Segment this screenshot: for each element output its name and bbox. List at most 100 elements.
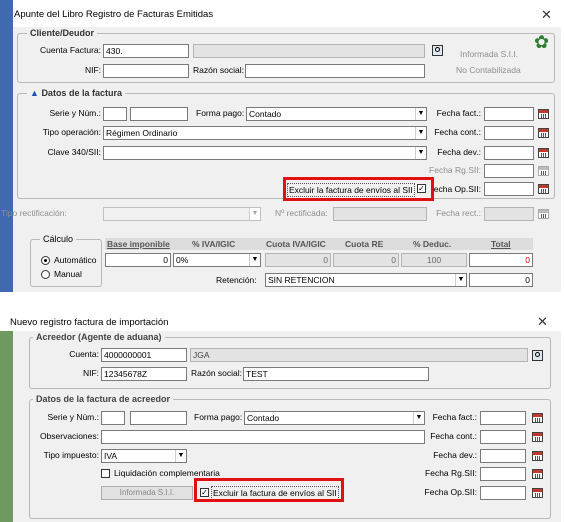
calendar-icon[interactable]: [538, 109, 549, 119]
fecha-dev-input[interactable]: [480, 449, 526, 463]
forma-pago-label: Forma pago:: [194, 412, 243, 422]
liquidacion-checkbox[interactable]: [101, 469, 110, 478]
cuenta-factura-input[interactable]: 430.: [103, 44, 189, 58]
nif-input[interactable]: [103, 64, 189, 78]
numero-input[interactable]: [130, 107, 188, 121]
datos-factura-title: ▲ Datos de la factura: [27, 88, 125, 98]
dialog-emitidas: Apunte del Libro Registro de Facturas Em…: [0, 0, 564, 292]
calculo-area: Cálculo Automático Manual Base imponible…: [0, 226, 564, 292]
tipo-impuesto-value: IVA: [104, 451, 118, 461]
serie-num-label: Serie y Núm.:: [49, 108, 102, 118]
fecha-rg-sii-label: Fecha Rg.SII:: [429, 165, 481, 175]
fecha-cont-input[interactable]: [484, 126, 534, 140]
fecha-rg-sii-input[interactable]: [484, 164, 534, 178]
search-icon[interactable]: [432, 45, 443, 56]
close-icon[interactable]: ✕: [537, 315, 548, 328]
nro-rectificada-label: Nº rectificada:: [275, 208, 328, 218]
cuota-iva-field: 0: [265, 253, 331, 267]
calendar-icon: [538, 209, 549, 219]
header-cuota-re: Cuota RE: [345, 239, 384, 249]
forma-pago-select[interactable]: Contado ▼: [244, 411, 425, 425]
collapse-triangle-icon[interactable]: ▲: [30, 88, 39, 98]
acreedor-group-title: Acreedor (Agente de aduana): [33, 332, 165, 342]
calendar-icon[interactable]: [532, 432, 543, 442]
fecha-fact-label: Fecha fact.:: [436, 108, 481, 118]
nif-label: NIF:: [84, 65, 101, 75]
search-icon[interactable]: [532, 350, 543, 361]
fecha-op-sii-label: echa Op.SII:: [433, 184, 481, 194]
fecha-dev-input[interactable]: [484, 146, 534, 160]
calendar-icon[interactable]: [538, 148, 549, 158]
cuota-re-field: 0: [333, 253, 399, 267]
header-total: Total: [491, 239, 511, 249]
cuenta-input[interactable]: 4000000001: [101, 348, 187, 362]
header-iva: % IVA/IGIC: [192, 239, 236, 249]
base-imponible-input[interactable]: 0: [105, 253, 171, 267]
tipo-rectificacion-select: ▼: [103, 207, 261, 221]
datos-factura-title-text: Datos de la factura: [41, 88, 122, 98]
tipo-impuesto-label: Tipo impuesto:: [43, 450, 99, 460]
fecha-fact-input[interactable]: [480, 411, 526, 425]
fecha-op-sii-input[interactable]: [480, 486, 526, 500]
dialog-title: Apunte del Libro Registro de Facturas Em…: [14, 9, 214, 20]
iva-select[interactable]: 0% ▼: [173, 253, 261, 267]
serie-input[interactable]: [103, 107, 127, 121]
iva-value: 0%: [176, 255, 189, 265]
gear-icon[interactable]: ✿: [534, 33, 549, 51]
observaciones-input[interactable]: [101, 430, 425, 444]
fecha-rg-sii-input[interactable]: [480, 467, 526, 481]
razon-social-input[interactable]: [245, 64, 425, 78]
fecha-cont-input[interactable]: [480, 430, 526, 444]
retencion-total-field: 0: [469, 273, 533, 287]
chevron-down-icon: ▼: [249, 208, 260, 220]
window-stripe: [0, 226, 13, 292]
highlight-box: [194, 478, 344, 502]
retencion-label: Retención:: [216, 275, 257, 285]
numero-input[interactable]: [130, 411, 187, 425]
informada-sii-label: Informada S.I.I.: [460, 49, 519, 59]
highlight-box: [283, 177, 434, 201]
serie-input[interactable]: [101, 411, 125, 425]
fecha-rect-input: [484, 207, 534, 221]
total-field: 0: [469, 253, 533, 267]
calendar-icon[interactable]: [538, 128, 549, 138]
no-contabilizada-label: No Contabilizada: [456, 65, 521, 75]
tipo-operacion-value: Régimen Ordinario: [106, 128, 178, 138]
automatico-radio[interactable]: [41, 256, 50, 265]
informada-sii-button: Informada S.I.I.: [101, 486, 193, 500]
tipo-impuesto-select[interactable]: IVA ▼: [101, 449, 187, 463]
close-icon[interactable]: ✕: [541, 8, 552, 21]
calculo-title: Cálculo: [40, 234, 77, 244]
calendar-icon[interactable]: [532, 488, 543, 498]
dialog-title: Nuevo registro factura de importación: [10, 317, 169, 328]
razon-social-input[interactable]: TEST: [243, 367, 429, 381]
manual-radio[interactable]: [41, 270, 50, 279]
tipo-operacion-select[interactable]: Régimen Ordinario ▼: [103, 126, 427, 140]
header-cuota-iva: Cuota IVA/IGIC: [266, 239, 326, 249]
fecha-op-sii-input[interactable]: [484, 182, 534, 196]
tipo-operacion-label: Tipo operación:: [42, 127, 101, 137]
forma-pago-value: Contado: [247, 413, 280, 423]
manual-label: Manual: [54, 269, 82, 279]
calendar-icon[interactable]: [538, 184, 549, 194]
fecha-fact-input[interactable]: [484, 107, 534, 121]
dialog-importacion: Nuevo registro factura de importación ✕ …: [0, 312, 564, 522]
forma-pago-select[interactable]: Contado ▼: [246, 107, 427, 121]
fecha-op-sii-label: Fecha Op.SII:: [424, 487, 477, 497]
cuenta-label: Cuenta:: [69, 349, 99, 359]
retencion-select[interactable]: SIN RETENCION ▼: [265, 273, 467, 287]
clave-340-label: Clave 340/SII:: [47, 147, 101, 157]
chevron-down-icon: ▼: [175, 450, 186, 462]
calendar-icon[interactable]: [532, 451, 543, 461]
header-deduc: % Deduc.: [413, 239, 452, 249]
clave-340-select[interactable]: ▼: [103, 146, 427, 160]
calendar-icon[interactable]: [532, 413, 543, 423]
dialog-body: Acreedor (Agente de aduana) Cuenta: 4000…: [13, 331, 561, 522]
fecha-rg-sii-label: Fecha Rg.SII:: [425, 468, 477, 478]
fecha-cont-label: Fecha cont.:: [430, 431, 477, 441]
cliente-group-title: Cliente/Deudor: [27, 28, 98, 38]
cuenta-name-field: JGA: [190, 348, 528, 362]
nif-input[interactable]: 12345678Z: [101, 367, 187, 381]
observaciones-label: Observaciones:: [39, 431, 99, 441]
calendar-icon[interactable]: [532, 469, 543, 479]
